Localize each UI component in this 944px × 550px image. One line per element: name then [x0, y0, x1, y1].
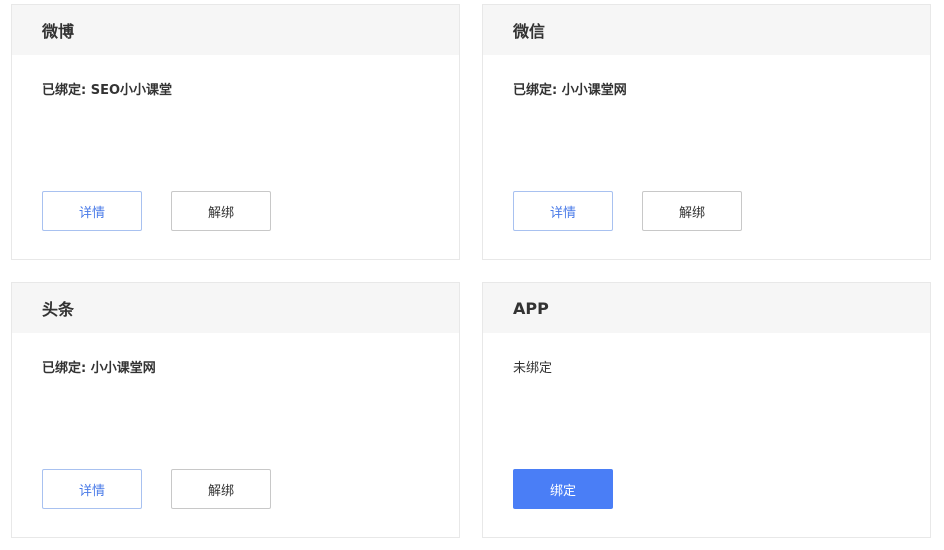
card-wechat: 微信 已绑定: 小小课堂网 详情 解绑: [482, 4, 931, 260]
binding-status: 已绑定: 小小课堂网: [42, 361, 156, 376]
card-title: APP: [483, 283, 930, 333]
bind-button[interactable]: 绑定: [513, 469, 613, 509]
card-app: APP 未绑定 绑定: [482, 282, 931, 538]
detail-button[interactable]: 详情: [513, 191, 613, 231]
card-title: 头条: [12, 283, 459, 333]
detail-button[interactable]: 详情: [42, 469, 142, 509]
binding-status: 未绑定: [513, 361, 553, 376]
card-title: 微信: [483, 5, 930, 55]
detail-button[interactable]: 详情: [42, 191, 142, 231]
unbind-button[interactable]: 解绑: [171, 191, 271, 231]
binding-status: 已绑定: SEO小小课堂: [42, 83, 173, 98]
unbind-button[interactable]: 解绑: [642, 191, 742, 231]
card-weibo: 微博 已绑定: SEO小小课堂 详情 解绑: [11, 4, 460, 260]
binding-status: 已绑定: 小小课堂网: [513, 83, 627, 98]
card-toutiao: 头条 已绑定: 小小课堂网 详情 解绑: [11, 282, 460, 538]
card-title: 微博: [12, 5, 459, 55]
unbind-button[interactable]: 解绑: [171, 469, 271, 509]
